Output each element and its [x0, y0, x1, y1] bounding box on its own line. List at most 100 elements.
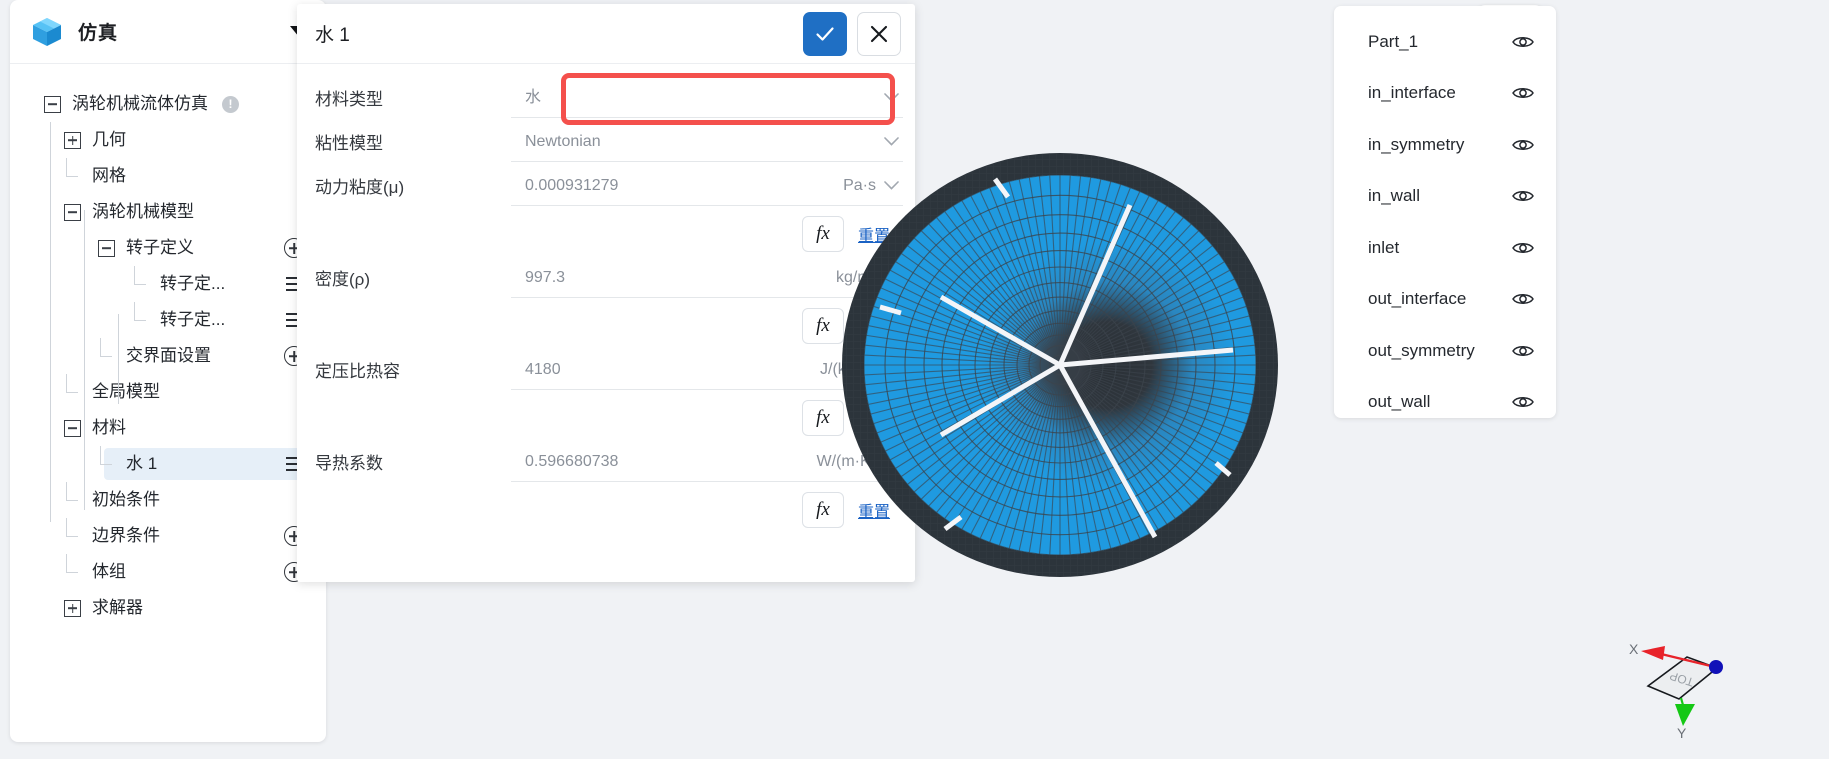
tree-item[interactable]: 涡轮机械模型: [10, 194, 326, 230]
eye-icon[interactable]: [1512, 138, 1534, 152]
field-label: 定压比热容: [315, 362, 400, 381]
tree-item-label: 转子定...: [160, 310, 226, 329]
tree-item[interactable]: 转子定...: [10, 265, 326, 302]
tree-branch-connector: [132, 301, 149, 329]
tree-item[interactable]: 转子定义: [10, 230, 326, 266]
tree-item-label: 涡轮机械流体仿真: [72, 94, 208, 113]
part-list-item[interactable]: inlet: [1334, 222, 1556, 274]
orientation-gizmo[interactable]: X Y TOP: [1615, 626, 1745, 746]
tree-item[interactable]: 水 1: [10, 445, 326, 482]
eye-icon[interactable]: [1512, 344, 1534, 358]
field-value[interactable]: 0.000931279: [511, 166, 807, 206]
field-label: 动力粘度(μ): [315, 178, 405, 197]
field-value[interactable]: 997.3: [511, 258, 807, 298]
form-row: 密度(ρ) 997.3 kg/m³: [297, 258, 915, 302]
part-list-item[interactable]: out_symmetry: [1334, 325, 1556, 377]
collapse-icon[interactable]: [44, 95, 61, 113]
collapse-icon[interactable]: [64, 203, 81, 221]
field-control: 水: [511, 78, 903, 118]
sidebar-title: 仿真: [78, 23, 119, 44]
tree-item[interactable]: 几何: [10, 122, 326, 158]
field-value[interactable]: 0.596680738: [511, 442, 791, 482]
tree-item[interactable]: 边界条件: [10, 517, 326, 554]
tree-guide-rail: [50, 122, 52, 522]
tree-item[interactable]: 转子定...: [10, 301, 326, 338]
part-name: inlet: [1368, 237, 1400, 257]
tree-item-label: 初始条件: [92, 490, 160, 509]
part-list-item[interactable]: Part_1: [1334, 16, 1556, 68]
part-name: in_symmetry: [1368, 134, 1465, 154]
field-label: 导热系数: [315, 454, 383, 473]
expand-icon[interactable]: [64, 131, 81, 149]
part-list-item[interactable]: in_symmetry: [1334, 119, 1556, 171]
warning-badge: !: [222, 95, 239, 113]
dialog-header: 水 1: [297, 4, 915, 64]
cube-icon: [30, 15, 64, 49]
gizmo-x-label: X: [1629, 641, 1639, 657]
collapse-icon[interactable]: [98, 239, 115, 257]
tree-item[interactable]: 网格: [10, 157, 326, 194]
tree-item[interactable]: 交界面设置: [10, 337, 326, 374]
eye-icon[interactable]: [1512, 35, 1534, 49]
tree-item-label: 几何: [92, 130, 126, 149]
part-name: Part_1: [1368, 31, 1419, 51]
tree-item-label: 转子定...: [160, 274, 226, 293]
form-row: 动力粘度(μ) 0.000931279 Pa·s: [297, 166, 915, 210]
tree-item[interactable]: 初始条件: [10, 481, 326, 518]
part-list-item[interactable]: in_wall: [1334, 171, 1556, 223]
field-value[interactable]: 水: [511, 78, 807, 118]
turbomachinery-mesh[interactable]: [825, 145, 1295, 585]
tree-guide-rail: [84, 210, 86, 510]
tree-branch-connector: [98, 337, 115, 365]
field-dropdown-toggle[interactable]: [807, 78, 903, 118]
tree-item-label: 涡轮机械模型: [92, 202, 194, 221]
material-dialog: 水 1 材料类型 水粘性模型 Newtonian 动力粘度(μ) 0.000931279…: [297, 4, 915, 582]
tree-item-label: 体组: [92, 562, 126, 581]
expand-icon[interactable]: [64, 599, 81, 617]
tree-item[interactable]: 求解器: [10, 590, 326, 626]
gizmo-y-label: Y: [1677, 725, 1687, 741]
collapse-icon[interactable]: [64, 419, 81, 437]
tree-item-label: 边界条件: [92, 526, 160, 545]
tree-branch-connector: [98, 445, 115, 473]
field-value[interactable]: Newtonian: [511, 122, 807, 162]
part-list-item[interactable]: out_interface: [1334, 274, 1556, 326]
tree-item[interactable]: 体组: [10, 553, 326, 590]
eye-icon[interactable]: [1512, 395, 1534, 409]
cancel-button[interactable]: [857, 11, 901, 56]
eye-icon[interactable]: [1512, 241, 1534, 255]
close-icon: [870, 25, 888, 42]
form-row: 粘性模型 Newtonian: [297, 122, 915, 166]
formula-row: fx重置: [297, 394, 915, 442]
tree-item-label: 交界面设置: [126, 346, 211, 365]
field-label: 粘性模型: [315, 134, 383, 153]
field-value[interactable]: 4180: [511, 350, 791, 390]
material-form: 材料类型水粘性模型 Newtonian 动力粘度(μ) 0.000931279 Pa·s…: [297, 64, 915, 534]
tree-branch-connector: [64, 553, 81, 581]
tree-item[interactable]: 涡轮机械流体仿真!: [10, 86, 326, 122]
dialog-title: 水 1: [315, 25, 350, 46]
confirm-button[interactable]: [803, 11, 847, 56]
part-name: in_interface: [1368, 83, 1456, 103]
part-list-item[interactable]: out_wall: [1334, 377, 1556, 429]
simulation-sidebar: 仿真 涡轮机械流体仿真! 几何网格涡轮机械模型转子定义转子定... 转子定... 交界…: [10, 0, 326, 742]
tree-item[interactable]: 全局模型: [10, 373, 326, 410]
part-list-item[interactable]: in_interface: [1334, 68, 1556, 120]
eye-icon[interactable]: [1512, 292, 1534, 306]
tree-item[interactable]: 材料: [10, 410, 326, 446]
tree-guide-rail: [118, 314, 120, 404]
tree-item-label: 转子定义: [126, 238, 194, 257]
tree-branch-connector: [64, 373, 81, 401]
form-row: 定压比热容4180J/(kg·K): [297, 350, 915, 394]
tree-item-label: 水 1: [126, 454, 158, 473]
tree-item-label: 材料: [92, 418, 126, 437]
tree-item-label: 求解器: [92, 598, 143, 617]
part-name: in_wall: [1368, 186, 1420, 206]
formula-row: fx重置: [297, 486, 915, 534]
field-label: 材料类型: [315, 90, 383, 109]
eye-icon[interactable]: [1512, 86, 1534, 100]
eye-icon[interactable]: [1512, 189, 1534, 203]
model-tree: 涡轮机械流体仿真! 几何网格涡轮机械模型转子定义转子定... 转子定... 交界面设置…: [10, 64, 326, 740]
tree-branch-connector: [64, 517, 81, 545]
formula-row: fx重置: [297, 210, 915, 258]
